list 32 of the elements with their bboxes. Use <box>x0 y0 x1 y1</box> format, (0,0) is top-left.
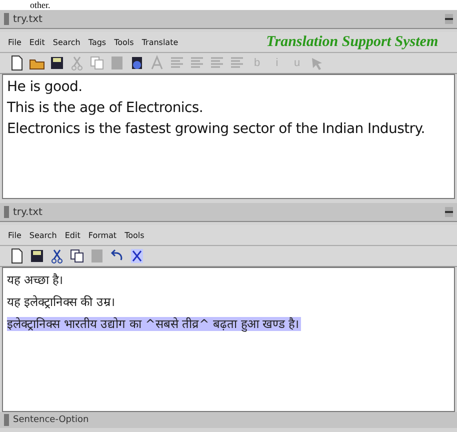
status-title: Sentence-Option <box>13 415 89 425</box>
grip-handle[interactable] <box>4 13 9 25</box>
menu-item[interactable]: File <box>8 230 22 240</box>
sentence-line[interactable]: यह अच्छा है। <box>7 273 66 287</box>
menu-item[interactable]: Search <box>29 230 57 240</box>
sentence-line[interactable]: Electronics is the fastest growing sector of the Indian Industry. <box>7 121 427 137</box>
window-title: try.txt <box>13 14 44 24</box>
text-editor[interactable]: He is good. This is the age of Electronics. Electronics is the fastest growing sector of the Indian Industry. <box>2 74 455 199</box>
sentence-line[interactable]: This is the age of Electronics. <box>7 100 206 116</box>
menu-item[interactable]: Tools <box>114 38 134 46</box>
caption-text: other. <box>0 0 457 10</box>
floppy-disk-button[interactable] <box>48 54 66 72</box>
menu-item[interactable]: Edit <box>64 230 80 240</box>
text-editor[interactable]: यह अच्छा है। यह इलेक्ट्रानिक्स की उम्र। इलेक्ट्रानिक्स भारतीय उद्योग का ^सबसे तीव्र^ बढ़ता हुआ खण्ड है। <box>2 267 455 412</box>
menu-item[interactable]: Search <box>52 38 80 46</box>
menu-item[interactable]: Tags <box>88 38 106 46</box>
window-title: try.txt <box>13 206 44 218</box>
grip-handle[interactable] <box>4 206 9 218</box>
find-button[interactable] <box>128 247 146 265</box>
sentence-line[interactable]: He is good. <box>7 79 84 95</box>
minimize-button[interactable] <box>445 207 453 217</box>
grip-handle[interactable] <box>4 414 9 426</box>
menu-item[interactable]: Translate <box>142 38 178 46</box>
menu-item[interactable]: Format <box>88 230 117 240</box>
menu-item[interactable]: Tools <box>124 230 144 240</box>
menu-item[interactable]: Edit <box>29 38 45 46</box>
floppy-disk-button[interactable] <box>28 247 46 265</box>
copy-button[interactable] <box>68 247 86 265</box>
sentence-line[interactable]: यह इलेक्ट्रानिक्स की उम्र। <box>7 295 118 309</box>
minimize-button[interactable] <box>445 14 453 24</box>
app-banner-title: Translation Support System <box>266 34 438 50</box>
menu-item[interactable]: File <box>8 38 22 46</box>
